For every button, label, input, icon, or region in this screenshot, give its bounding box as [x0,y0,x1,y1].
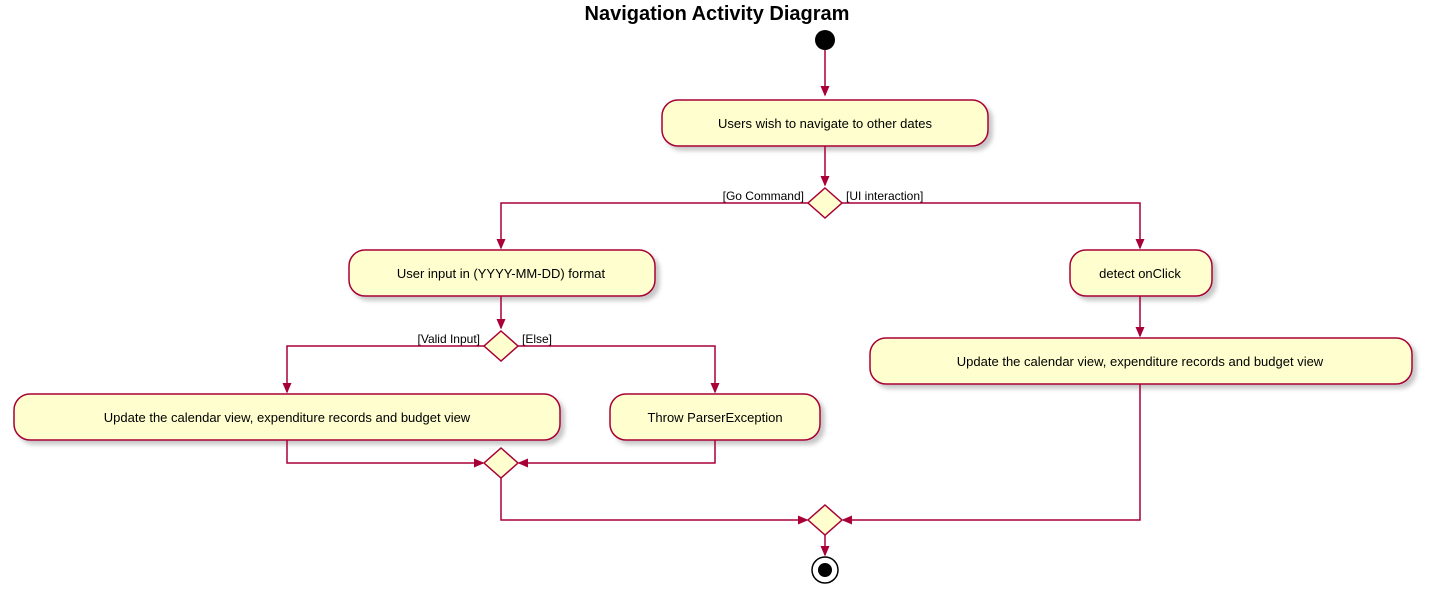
branch-ui-interaction: [UI interaction] [846,189,923,203]
activity-diagram: Navigation Activity Diagram Users wish t… [0,0,1434,596]
branch-else: [Else] [522,332,552,346]
merge-left [484,448,518,478]
diagram-title: Navigation Activity Diagram [585,3,850,25]
activity-update-right-label: Update the calendar view, expenditure re… [957,354,1324,369]
start-node [815,30,835,50]
activity-detect-click-label: detect onClick [1099,266,1181,281]
decision-top [808,188,842,218]
decision-valid [484,331,518,361]
activity-update-left-label: Update the calendar view, expenditure re… [104,410,471,425]
activity-go-input-label: User input in (YYYY-MM-DD) format [397,266,606,281]
activity-start-label: Users wish to navigate to other dates [718,116,932,131]
merge-bottom [808,505,842,535]
branch-go-command: [Go Command] [723,189,804,203]
activity-throw-label: Throw ParserException [647,410,782,425]
branch-valid-input: [Valid Input] [418,332,480,346]
